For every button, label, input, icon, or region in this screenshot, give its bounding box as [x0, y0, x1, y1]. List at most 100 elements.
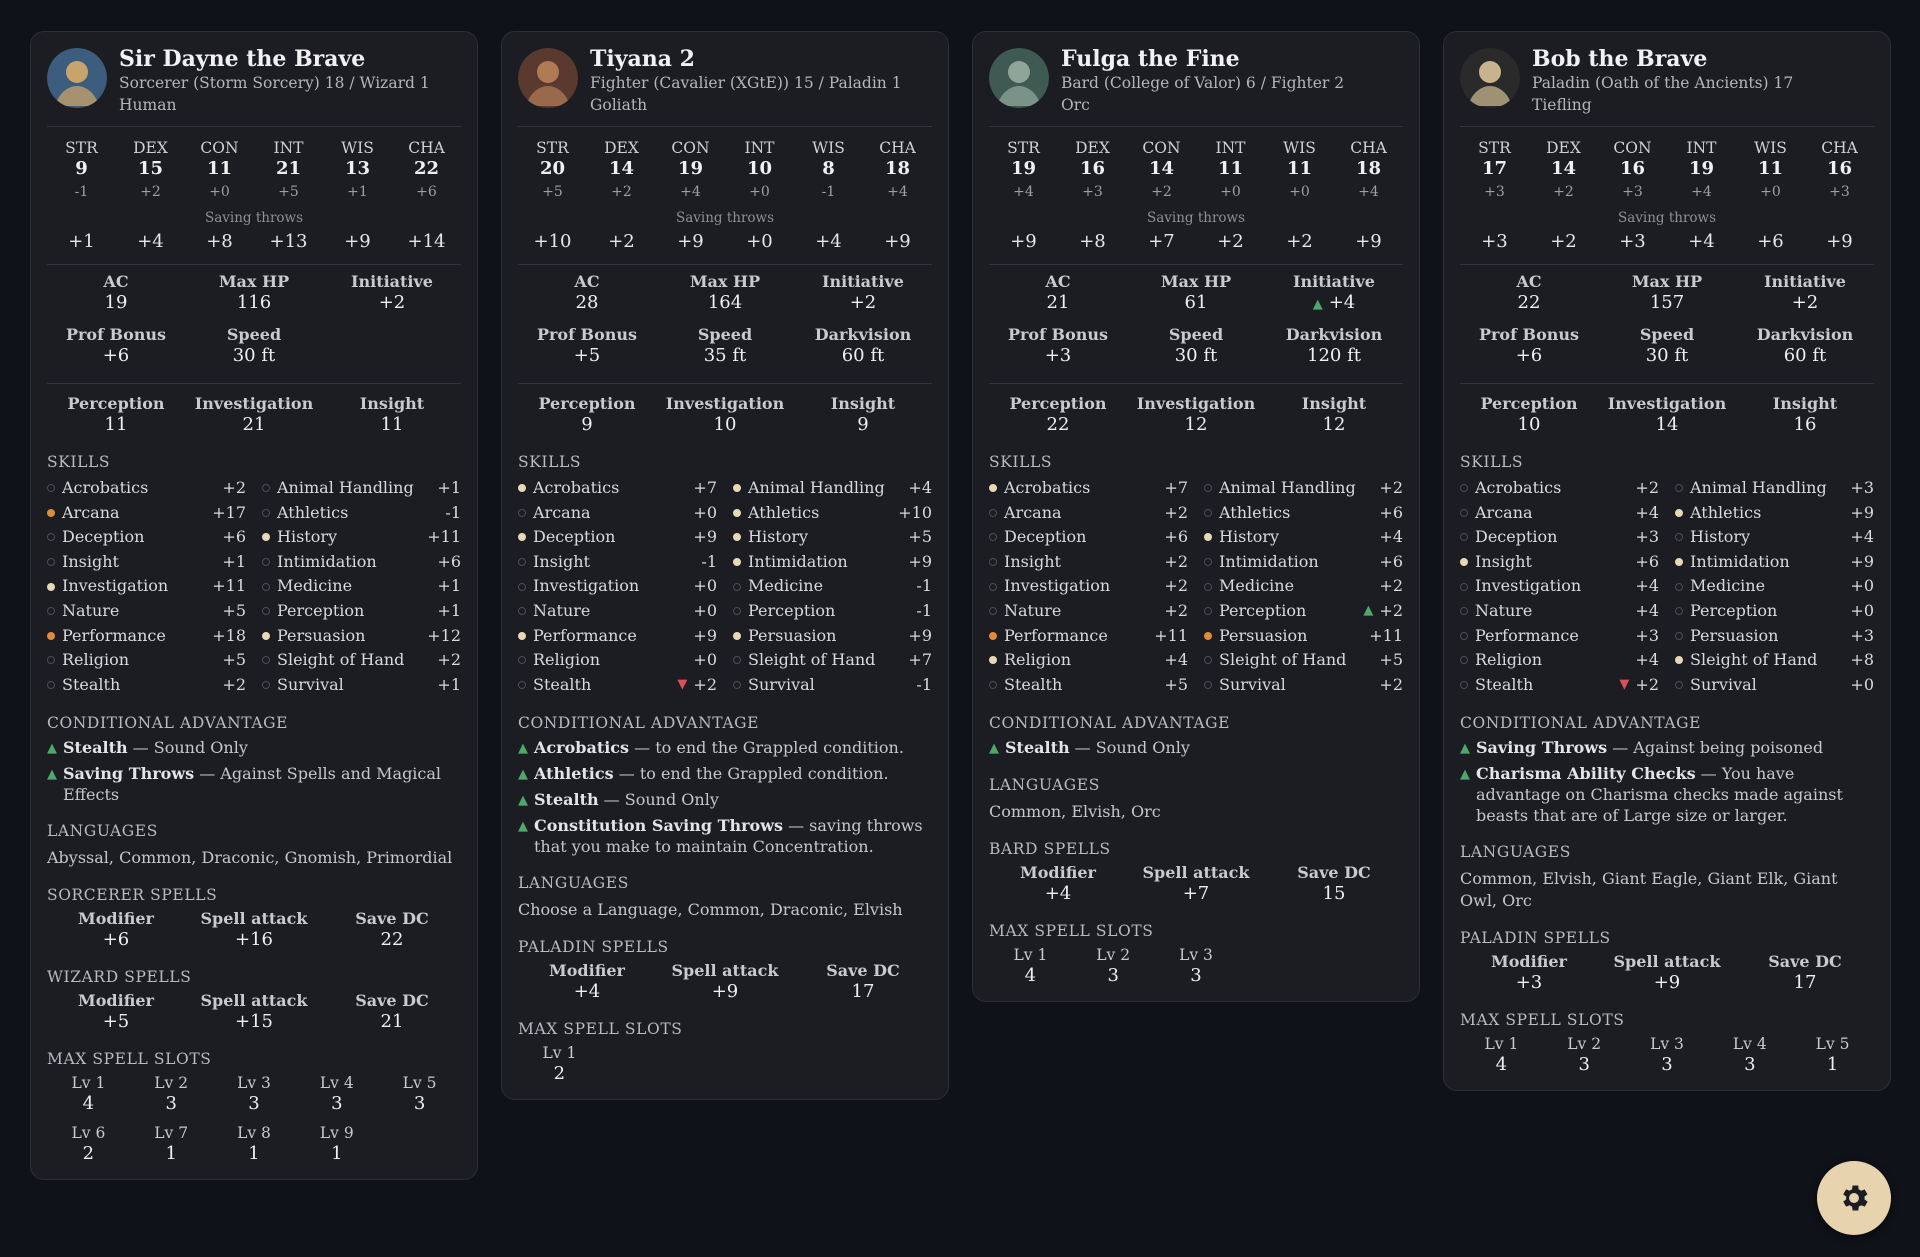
skill-row[interactable]: Investigation +0	[518, 574, 717, 599]
skill-row[interactable]: Acrobatics +7	[518, 476, 717, 501]
avatar[interactable]	[1460, 48, 1520, 108]
avatar[interactable]	[518, 48, 578, 108]
character-card[interactable]: Fulga the Fine Bard (College of Valor) 6 …	[972, 31, 1420, 1003]
skill-row[interactable]: Stealth +2	[47, 673, 246, 698]
skill-row[interactable]: Insight +6	[1460, 550, 1659, 575]
skill-row[interactable]: Sleight of Hand +2	[262, 648, 461, 673]
settings-button[interactable]	[1817, 1161, 1891, 1235]
ability-cha: CHA 18 +4	[1334, 139, 1403, 203]
conditional-advantage-text: Charisma Ability Checks — You have advan…	[1476, 763, 1874, 826]
skill-row[interactable]: Investigation +2	[989, 574, 1188, 599]
avatar[interactable]	[47, 48, 107, 108]
skill-row[interactable]: History +4	[1204, 525, 1403, 550]
character-card[interactable]: Bob the Brave Paladin (Oath of the Ancien…	[1443, 31, 1891, 1092]
skill-row[interactable]: Perception ▲ +2	[1204, 599, 1403, 624]
skill-row[interactable]: Persuasion +11	[1204, 624, 1403, 649]
skill-value: +7	[693, 478, 717, 497]
skill-row[interactable]: Perception +1	[262, 599, 461, 624]
skill-row[interactable]: Animal Handling +3	[1675, 476, 1874, 501]
skill-row[interactable]: Intimidation +9	[733, 550, 932, 575]
skill-row[interactable]: Medicine +1	[262, 574, 461, 599]
character-card[interactable]: Sir Dayne the Brave Sorcerer (Storm Sorce…	[30, 31, 478, 1181]
skill-row[interactable]: Arcana +0	[518, 501, 717, 526]
ability-score: 10	[746, 158, 773, 179]
skill-row[interactable]: Survival +0	[1675, 673, 1874, 698]
skill-name: Acrobatics	[1004, 478, 1091, 497]
skill-row[interactable]: Perception +0	[1675, 599, 1874, 624]
skill-row[interactable]: Animal Handling +4	[733, 476, 932, 501]
skill-row[interactable]: Investigation +4	[1460, 574, 1659, 599]
skill-row[interactable]: History +11	[262, 525, 461, 550]
avatar[interactable]	[989, 48, 1049, 108]
character-info: Bob the Brave Paladin (Oath of the Ancien…	[1532, 46, 1793, 116]
character-name[interactable]: Sir Dayne the Brave	[119, 46, 430, 72]
skill-row[interactable]: Athletics +9	[1675, 501, 1874, 526]
skill-row[interactable]: Animal Handling +1	[262, 476, 461, 501]
skill-row[interactable]: Persuasion +9	[733, 624, 932, 649]
skill-row[interactable]: Sleight of Hand +7	[733, 648, 932, 673]
skill-row[interactable]: Performance +18	[47, 624, 246, 649]
skill-row[interactable]: Performance +3	[1460, 624, 1659, 649]
skill-row[interactable]: Perception -1	[733, 599, 932, 624]
skill-row[interactable]: Religion +4	[989, 648, 1188, 673]
skill-row[interactable]: Athletics +10	[733, 501, 932, 526]
skill-row[interactable]: Animal Handling +2	[1204, 476, 1403, 501]
skill-row[interactable]: Stealth ▼ +2	[518, 673, 717, 698]
skill-row[interactable]: Sleight of Hand +5	[1204, 648, 1403, 673]
skill-row[interactable]: Religion +0	[518, 648, 717, 673]
proficiency-dot	[1204, 533, 1212, 542]
skill-row[interactable]: Survival -1	[733, 673, 932, 698]
skill-row[interactable]: Insight -1	[518, 550, 717, 575]
skill-row[interactable]: Medicine -1	[733, 574, 932, 599]
skill-row[interactable]: Nature +0	[518, 599, 717, 624]
skill-row[interactable]: Athletics +6	[1204, 501, 1403, 526]
skill-value: +2	[1164, 551, 1188, 571]
skill-row[interactable]: Stealth ▼ +2	[1460, 673, 1659, 698]
skill-row[interactable]: Medicine +2	[1204, 574, 1403, 599]
skill-row[interactable]: History +4	[1675, 525, 1874, 550]
character-name[interactable]: Tiyana 2	[590, 46, 902, 72]
skill-value: -1	[701, 551, 717, 571]
character-name[interactable]: Fulga the Fine	[1061, 46, 1344, 72]
skill-row[interactable]: Medicine +0	[1675, 574, 1874, 599]
skill-row[interactable]: Acrobatics +2	[1460, 476, 1659, 501]
skill-row[interactable]: Nature +4	[1460, 599, 1659, 624]
skill-row[interactable]: Acrobatics +2	[47, 476, 246, 501]
skill-row[interactable]: Nature +2	[989, 599, 1188, 624]
skill-row[interactable]: Deception +9	[518, 525, 717, 550]
skill-row[interactable]: Intimidation +6	[1204, 550, 1403, 575]
skill-row[interactable]: Deception +6	[989, 525, 1188, 550]
skill-row[interactable]: Performance +9	[518, 624, 717, 649]
skill-row[interactable]: Intimidation +9	[1675, 550, 1874, 575]
spell-stat-value: +4	[1044, 883, 1072, 905]
skill-row[interactable]: History +5	[733, 525, 932, 550]
empty-dot	[1460, 533, 1468, 542]
skill-row[interactable]: Survival +2	[1204, 673, 1403, 698]
skill-row[interactable]: Arcana +4	[1460, 501, 1659, 526]
ability-label: CON	[1613, 139, 1652, 157]
skill-row[interactable]: Athletics -1	[262, 501, 461, 526]
skill-row[interactable]: Survival +1	[262, 673, 461, 698]
spell-slots: Lv 1 4 Lv 2 3 Lv 3 3 Lv 4 3 Lv 51	[1460, 1034, 1874, 1076]
skill-row[interactable]: Intimidation +6	[262, 550, 461, 575]
stat-initiative: Initiative +2	[323, 272, 461, 325]
skill-row[interactable]: Arcana +2	[989, 501, 1188, 526]
passive-investigation: Investigation 12	[1127, 394, 1265, 436]
character-card[interactable]: Tiyana 2 Fighter (Cavalier (XGtE)) 15 / P…	[501, 31, 949, 1101]
skill-row[interactable]: Deception +3	[1460, 525, 1659, 550]
skill-row[interactable]: Arcana +17	[47, 501, 246, 526]
skill-row[interactable]: Persuasion +12	[262, 624, 461, 649]
skill-row[interactable]: Acrobatics +7	[989, 476, 1188, 501]
skill-row[interactable]: Nature +5	[47, 599, 246, 624]
skill-row[interactable]: Insight +2	[989, 550, 1188, 575]
character-name[interactable]: Bob the Brave	[1532, 46, 1793, 72]
skill-row[interactable]: Religion +5	[47, 648, 246, 673]
skill-row[interactable]: Stealth +5	[989, 673, 1188, 698]
skill-row[interactable]: Deception +6	[47, 525, 246, 550]
skill-row[interactable]: Sleight of Hand +8	[1675, 648, 1874, 673]
skill-row[interactable]: Insight +1	[47, 550, 246, 575]
skill-row[interactable]: Investigation +11	[47, 574, 246, 599]
skill-row[interactable]: Performance +11	[989, 624, 1188, 649]
skill-row[interactable]: Persuasion +3	[1675, 624, 1874, 649]
skill-row[interactable]: Religion +4	[1460, 648, 1659, 673]
